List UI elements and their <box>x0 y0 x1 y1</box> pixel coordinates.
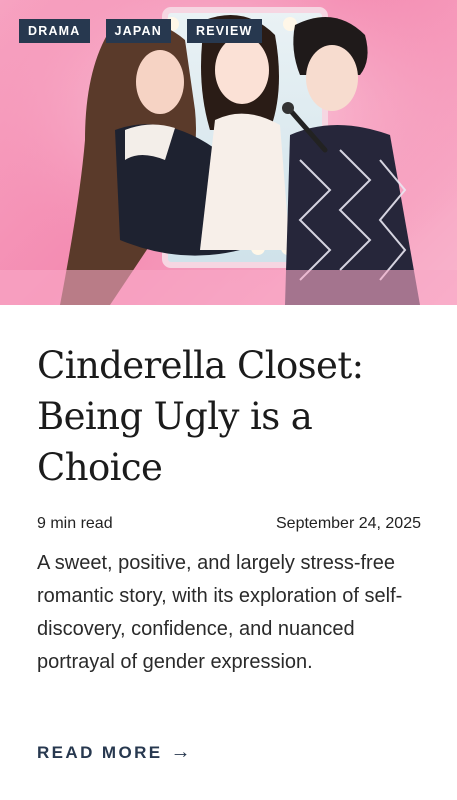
article-title[interactable]: Cinderella Closet: Being Ugly is a Choic… <box>37 340 427 493</box>
read-more-link[interactable]: READ MORE → <box>37 741 191 764</box>
article-excerpt: A sweet, positive, and largely stress-fr… <box>37 552 403 673</box>
tag-drama[interactable]: DRAMA <box>19 19 90 43</box>
article-meta: 9 min read September 24, 2025 <box>37 515 421 533</box>
hero-illustration <box>0 0 457 305</box>
tag-list: DRAMA JAPAN REVIEW <box>19 19 262 43</box>
hero-image[interactable]: DRAMA JAPAN REVIEW <box>0 0 457 305</box>
article-card: DRAMA JAPAN REVIEW Cinderella Closet: Be… <box>0 0 457 800</box>
read-more-label: READ MORE <box>37 742 163 762</box>
tag-japan[interactable]: JAPAN <box>105 19 171 43</box>
read-time: 9 min read <box>37 515 113 532</box>
publish-date: September 24, 2025 <box>276 515 421 532</box>
arrow-right-icon: → <box>170 741 191 763</box>
tag-review[interactable]: REVIEW <box>186 19 262 43</box>
